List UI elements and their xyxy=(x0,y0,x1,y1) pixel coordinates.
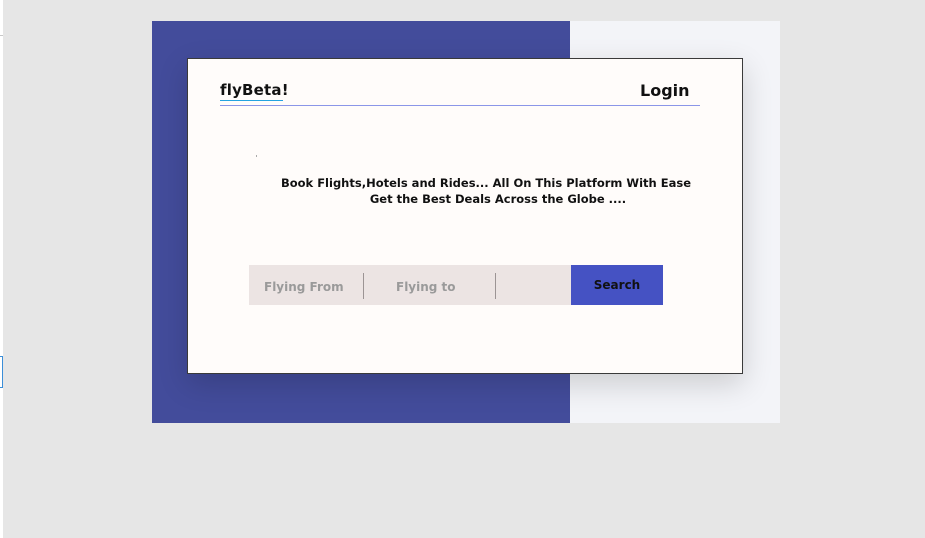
header-divider xyxy=(220,105,700,106)
brand-logo[interactable]: flyBeta! xyxy=(220,81,289,99)
left-edge-tick xyxy=(0,35,3,36)
tagline-line-1: Book Flights,Hotels and Rides... All On … xyxy=(280,176,691,190)
login-link[interactable]: Login xyxy=(640,81,690,100)
date-input[interactable] xyxy=(496,265,571,305)
landing-card: flyBeta! Login Book Flights,Hotels and R… xyxy=(187,58,743,374)
left-edge-strip xyxy=(0,0,3,538)
tagline-line-2: Get the Best Deals Across the Globe .... xyxy=(369,192,627,206)
flight-search-bar: Flying From Flying to xyxy=(249,265,571,305)
hero-tagline: Book Flights,Hotels and Rides... All On … xyxy=(188,175,744,207)
stray-dot xyxy=(256,155,257,157)
flying-to-input[interactable]: Flying to xyxy=(381,265,495,305)
search-button[interactable]: Search xyxy=(571,265,663,305)
flying-from-input[interactable]: Flying From xyxy=(249,265,363,305)
field-divider xyxy=(363,273,364,299)
left-frame-marker xyxy=(0,356,3,388)
logo-underline xyxy=(220,100,283,101)
